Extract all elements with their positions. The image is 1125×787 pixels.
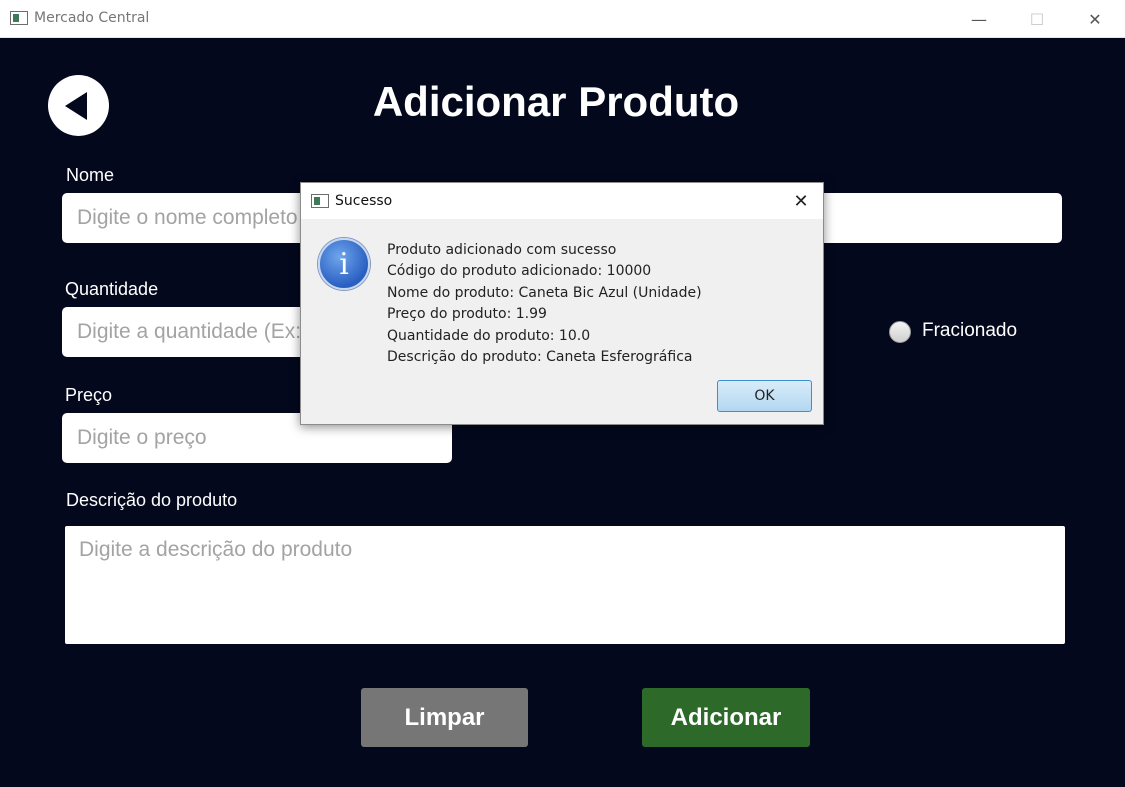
success-dialog: Sucesso ✕ i Produto adicionado com suces…	[300, 182, 824, 425]
message-line: Produto adicionado com sucesso	[387, 242, 617, 258]
window-title: Mercado Central	[34, 10, 150, 26]
dialog-title: Sucesso	[335, 193, 393, 209]
name-label: Nome	[66, 165, 115, 185]
dialog-close-button[interactable]: ✕	[789, 189, 813, 213]
fractional-label[interactable]: Fracionado	[922, 320, 1017, 342]
ok-button[interactable]: OK	[717, 380, 812, 412]
close-window-button[interactable]: ✕	[1066, 0, 1124, 38]
price-label: Preço	[65, 385, 113, 405]
message-line: Preço do produto: 1.99	[387, 306, 547, 323]
message-line: Nome do produto: Caneta Bic Azul (Unidad…	[387, 284, 702, 301]
info-icon: i	[318, 238, 370, 290]
dialog-app-icon	[311, 194, 329, 208]
dialog-titlebar: Sucesso ✕	[301, 183, 823, 219]
description-label: Descrição do produto	[66, 490, 238, 510]
add-button[interactable]: Adicionar	[642, 688, 810, 747]
message-line: Descrição do produto: Caneta Esferográfi…	[387, 349, 693, 366]
page-title: Adicionar Produto	[372, 78, 740, 125]
app-icon	[10, 11, 28, 25]
quantity-label: Quantidade	[65, 279, 159, 299]
description-textarea[interactable]	[65, 526, 1065, 644]
message-line: Quantidade do produto: 10.0	[387, 327, 591, 344]
dialog-message: Produto adicionado com sucesso Código do…	[387, 240, 702, 368]
window-titlebar: Mercado Central — ☐ ✕	[0, 0, 1125, 38]
message-line: Código do produto adicionado: 10000	[387, 263, 652, 280]
maximize-button[interactable]: ☐	[1008, 0, 1066, 38]
fractional-radio[interactable]	[889, 321, 911, 343]
clear-button[interactable]: Limpar	[361, 688, 528, 747]
minimize-button[interactable]: —	[950, 0, 1008, 38]
